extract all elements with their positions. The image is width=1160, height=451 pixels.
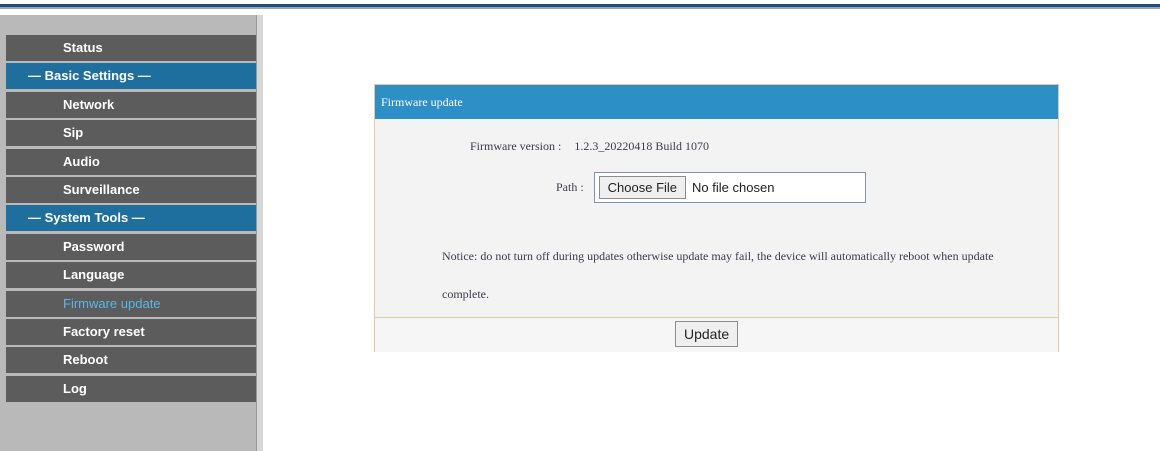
sidebar-item-surveillance[interactable]: Surveillance	[6, 176, 256, 203]
path-row: Path : Choose File No file chosen	[556, 172, 866, 203]
sidebar-section-basic-settings: — Basic Settings —	[6, 63, 256, 90]
sidebar-menu: Status — Basic Settings — Network Sip Au…	[6, 35, 256, 404]
firmware-version-row: Firmware version : 1.2.3_20220418 Build …	[470, 139, 709, 154]
sidebar-item-sip[interactable]: Sip	[6, 120, 256, 147]
no-file-text: No file chosen	[692, 180, 775, 195]
sidebar-item-reboot[interactable]: Reboot	[6, 347, 256, 374]
panel-title: Firmware update	[375, 85, 1058, 119]
sidebar-divider	[256, 15, 263, 451]
top-bar	[0, 0, 1160, 9]
sidebar-item-audio[interactable]: Audio	[6, 148, 256, 175]
panel-footer: Update	[375, 317, 1058, 352]
sidebar-item-log[interactable]: Log	[6, 375, 256, 402]
sidebar-item-factory-reset[interactable]: Factory reset	[6, 318, 256, 345]
sidebar-item-firmware-update[interactable]: Firmware update	[6, 290, 256, 317]
update-button[interactable]: Update	[675, 321, 739, 347]
sidebar-section-system-tools: — System Tools —	[6, 205, 256, 232]
sidebar-item-password[interactable]: Password	[6, 233, 256, 260]
top-bar-line-secondary	[0, 7, 1160, 9]
sidebar-item-language[interactable]: Language	[6, 262, 256, 289]
sidebar-item-network[interactable]: Network	[6, 91, 256, 118]
notice-text: Notice: do not turn off during updates o…	[442, 249, 994, 301]
firmware-version-value: 1.2.3_20220418 Build 1070	[574, 139, 709, 153]
firmware-version-label: Firmware version :	[470, 139, 562, 153]
firmware-update-panel: Firmware update Firmware version : 1.2.3…	[374, 84, 1059, 352]
sidebar: Status — Basic Settings — Network Sip Au…	[0, 15, 262, 451]
file-input[interactable]: Choose File No file chosen	[593, 172, 866, 203]
sidebar-item-status[interactable]: Status	[6, 35, 256, 61]
choose-file-button[interactable]: Choose File	[598, 176, 687, 199]
path-label: Path :	[556, 180, 584, 194]
